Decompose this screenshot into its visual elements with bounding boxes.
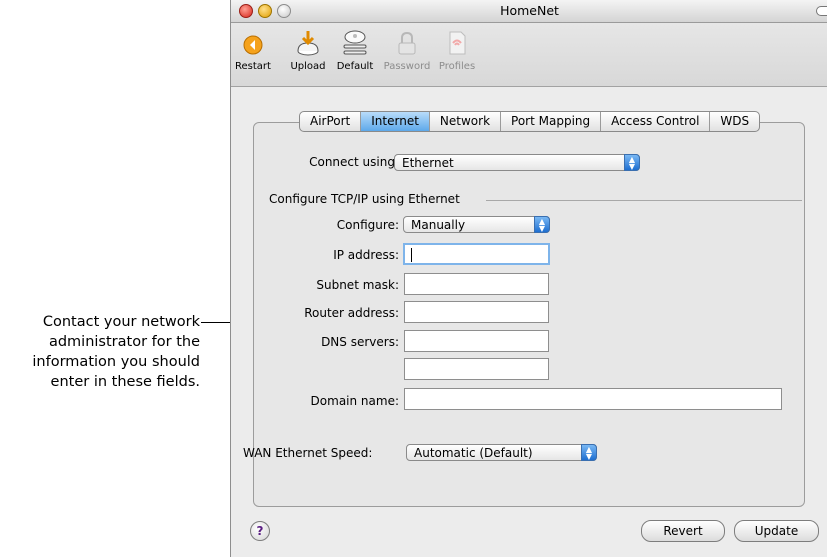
tab-network[interactable]: Network [430, 112, 502, 131]
callout-line-1: Contact your network [42, 314, 200, 330]
revert-button[interactable]: Revert [641, 520, 725, 542]
ip-address-field[interactable] [403, 243, 550, 265]
dns-server-1-field[interactable] [404, 330, 549, 352]
callout-line-4: enter in these fields. [50, 374, 200, 390]
profiles-label: Profiles [438, 61, 476, 72]
profiles-button[interactable]: Profiles [436, 29, 478, 72]
tab-port-mapping[interactable]: Port Mapping [501, 112, 602, 131]
tab-bar: AirPort Internet Network Port Mapping Ac… [299, 111, 761, 132]
upload-label: Upload [290, 61, 326, 72]
domain-name-field[interactable] [404, 388, 782, 410]
password-label: Password [383, 61, 431, 72]
dns-server-2-field[interactable] [404, 358, 549, 380]
connect-using-label: Connect using: [309, 155, 399, 169]
group-divider [486, 200, 802, 201]
callout-line-3: information you should [32, 354, 200, 370]
text-caret [411, 248, 412, 262]
tab-wds[interactable]: WDS [710, 112, 759, 131]
upload-icon [297, 31, 319, 56]
wan-speed-value: Automatic (Default) [414, 446, 533, 460]
callout-text: Contact your network administrator for t… [0, 312, 200, 392]
configure-label: Configure: [336, 218, 399, 232]
restart-label: Restart [235, 61, 271, 72]
default-button[interactable]: Default [333, 29, 377, 72]
base-station-icon [343, 30, 367, 55]
router-address-label: Router address: [304, 306, 399, 320]
subnet-mask-label: Subnet mask: [316, 278, 399, 292]
domain-name-label: Domain name: [310, 394, 399, 408]
restart-button[interactable]: Restart [233, 29, 273, 72]
wan-speed-label: WAN Ethernet Speed: [243, 446, 373, 460]
subnet-mask-field[interactable] [404, 273, 549, 295]
title-bar[interactable]: HomeNet [231, 0, 827, 23]
profiles-icon [449, 31, 466, 55]
callout-line-2: administrator for the [48, 334, 200, 350]
tab-airport[interactable]: AirPort [300, 112, 362, 131]
update-button[interactable]: Update [734, 520, 819, 542]
window-title: HomeNet [500, 3, 559, 18]
help-button[interactable]: ? [250, 521, 270, 541]
airport-utility-window: HomeNet Restart Upload Default Password … [230, 0, 827, 557]
password-button[interactable]: Password [381, 29, 433, 72]
popup-arrows-icon: ▲ ▼ [581, 444, 597, 461]
restart-icon [243, 35, 263, 55]
upload-button[interactable]: Upload [287, 29, 329, 72]
tab-internet[interactable]: Internet [361, 112, 430, 131]
tcpip-group-title: Configure TCP/IP using Ethernet [269, 192, 460, 206]
configure-value: Manually [411, 218, 466, 232]
popup-arrows-icon: ▲ ▼ [534, 216, 550, 233]
dns-servers-label: DNS servers: [321, 335, 399, 349]
popup-arrows-icon: ▲ ▼ [624, 154, 640, 171]
toolbar-toggle-button[interactable] [816, 6, 827, 16]
connect-using-popup[interactable]: Ethernet ▲ ▼ [394, 154, 640, 171]
lock-icon [398, 31, 416, 55]
ip-address-label: IP address: [333, 248, 399, 262]
default-label: Default [336, 61, 374, 72]
tab-access-control[interactable]: Access Control [601, 112, 711, 131]
connect-using-value: Ethernet [402, 156, 454, 170]
toolbar: Restart Upload Default Password Profiles [231, 23, 827, 87]
wan-speed-popup[interactable]: Automatic (Default) ▲ ▼ [406, 444, 597, 461]
router-address-field[interactable] [404, 301, 549, 323]
configure-popup[interactable]: Manually ▲ ▼ [403, 216, 550, 233]
